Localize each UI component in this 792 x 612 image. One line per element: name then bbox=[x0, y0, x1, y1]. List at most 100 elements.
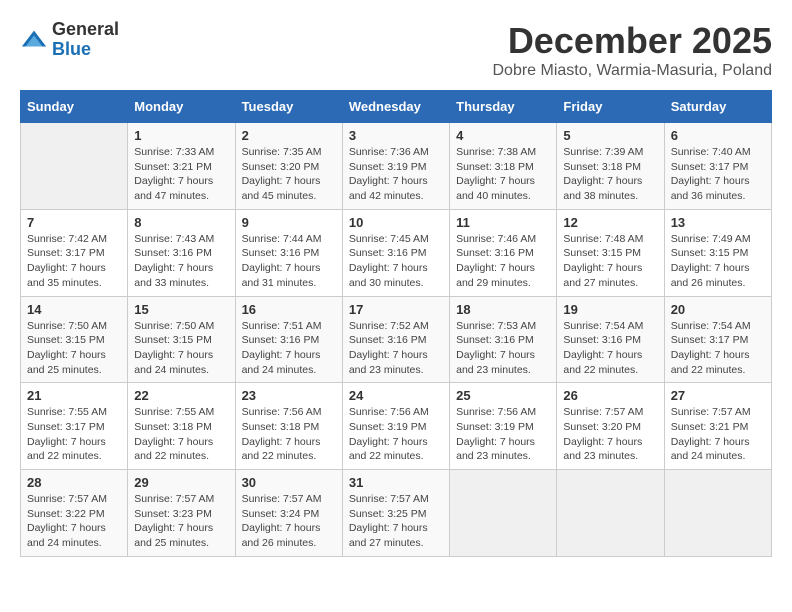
logo-blue: Blue bbox=[52, 39, 91, 59]
calendar-cell: 17 Sunrise: 7:52 AMSunset: 3:16 PMDayligh… bbox=[342, 296, 449, 383]
day-detail: Sunrise: 7:55 AMSunset: 3:18 PMDaylight:… bbox=[134, 405, 228, 464]
calendar-cell: 14Sunrise: 7:50 AMSunset: 3:15 PMDayligh… bbox=[21, 296, 128, 383]
day-detail: Sunrise: 7:54 AMSunset: 3:16 PMDaylight:… bbox=[563, 319, 657, 378]
calendar-cell: 19 Sunrise: 7:54 AMSunset: 3:16 PMDayligh… bbox=[557, 296, 664, 383]
calendar-cell: 12 Sunrise: 7:48 AMSunset: 3:15 PMDayligh… bbox=[557, 209, 664, 296]
calendar-cell: 15 Sunrise: 7:50 AMSunset: 3:15 PMDayligh… bbox=[128, 296, 235, 383]
calendar-week-row: 14Sunrise: 7:50 AMSunset: 3:15 PMDayligh… bbox=[21, 296, 772, 383]
calendar-cell bbox=[450, 470, 557, 557]
calendar-cell bbox=[664, 470, 771, 557]
calendar-week-row: 21 Sunrise: 7:55 AMSunset: 3:17 PMDayligh… bbox=[21, 383, 772, 470]
calendar-cell: 18 Sunrise: 7:53 AMSunset: 3:16 PMDayligh… bbox=[450, 296, 557, 383]
weekday-header: Friday bbox=[557, 91, 664, 123]
day-detail: Sunrise: 7:43 AMSunset: 3:16 PMDaylight:… bbox=[134, 232, 228, 291]
calendar-cell: 9 Sunrise: 7:44 AMSunset: 3:16 PMDaylight… bbox=[235, 209, 342, 296]
day-number: 27 bbox=[671, 388, 765, 403]
day-number: 8 bbox=[134, 215, 228, 230]
day-detail: Sunrise: 7:57 AMSunset: 3:22 PMDaylight:… bbox=[27, 492, 121, 551]
day-number: 3 bbox=[349, 128, 443, 143]
day-detail: Sunrise: 7:46 AMSunset: 3:16 PMDaylight:… bbox=[456, 232, 550, 291]
calendar-cell: 26 Sunrise: 7:57 AMSunset: 3:20 PMDayligh… bbox=[557, 383, 664, 470]
day-detail: Sunrise: 7:53 AMSunset: 3:16 PMDaylight:… bbox=[456, 319, 550, 378]
day-detail: Sunrise: 7:38 AMSunset: 3:18 PMDaylight:… bbox=[456, 145, 550, 204]
calendar-cell: 31 Sunrise: 7:57 AMSunset: 3:25 PMDayligh… bbox=[342, 470, 449, 557]
day-number: 17 bbox=[349, 302, 443, 317]
day-number: 7 bbox=[27, 215, 121, 230]
day-number: 15 bbox=[134, 302, 228, 317]
calendar-cell: 30 Sunrise: 7:57 AMSunset: 3:24 PMDayligh… bbox=[235, 470, 342, 557]
day-detail: Sunrise: 7:45 AMSunset: 3:16 PMDaylight:… bbox=[349, 232, 443, 291]
day-number: 13 bbox=[671, 215, 765, 230]
calendar-cell: 21 Sunrise: 7:55 AMSunset: 3:17 PMDayligh… bbox=[21, 383, 128, 470]
calendar-week-row: 1Sunrise: 7:33 AMSunset: 3:21 PMDaylight… bbox=[21, 123, 772, 210]
day-detail: Sunrise: 7:50 AMSunset: 3:15 PMDaylight:… bbox=[134, 319, 228, 378]
calendar-week-row: 28 Sunrise: 7:57 AMSunset: 3:22 PMDayligh… bbox=[21, 470, 772, 557]
calendar-cell bbox=[21, 123, 128, 210]
day-number: 29 bbox=[134, 475, 228, 490]
month-title: December 2025 bbox=[493, 20, 773, 62]
calendar-cell: 20 Sunrise: 7:54 AMSunset: 3:17 PMDayligh… bbox=[664, 296, 771, 383]
day-number: 23 bbox=[242, 388, 336, 403]
logo-text: General Blue bbox=[52, 20, 119, 60]
day-number: 22 bbox=[134, 388, 228, 403]
day-number: 18 bbox=[456, 302, 550, 317]
title-area: December 2025 Dobre Miasto, Warmia-Masur… bbox=[493, 20, 773, 80]
day-detail: Sunrise: 7:57 AMSunset: 3:25 PMDaylight:… bbox=[349, 492, 443, 551]
day-number: 21 bbox=[27, 388, 121, 403]
day-number: 10 bbox=[349, 215, 443, 230]
logo: General Blue bbox=[20, 20, 119, 60]
day-number: 30 bbox=[242, 475, 336, 490]
day-number: 31 bbox=[349, 475, 443, 490]
calendar-cell: 24Sunrise: 7:56 AMSunset: 3:19 PMDayligh… bbox=[342, 383, 449, 470]
day-detail: Sunrise: 7:50 AMSunset: 3:15 PMDaylight:… bbox=[27, 319, 121, 378]
calendar-cell: 10 Sunrise: 7:45 AMSunset: 3:16 PMDayligh… bbox=[342, 209, 449, 296]
day-detail: Sunrise: 7:48 AMSunset: 3:15 PMDaylight:… bbox=[563, 232, 657, 291]
weekday-header: Saturday bbox=[664, 91, 771, 123]
day-detail: Sunrise: 7:57 AMSunset: 3:20 PMDaylight:… bbox=[563, 405, 657, 464]
day-detail: Sunrise: 7:56 AMSunset: 3:18 PMDaylight:… bbox=[242, 405, 336, 464]
day-detail: Sunrise: 7:33 AMSunset: 3:21 PMDaylight:… bbox=[134, 145, 228, 204]
calendar-cell: 6 Sunrise: 7:40 AMSunset: 3:17 PMDaylight… bbox=[664, 123, 771, 210]
calendar-cell: 8 Sunrise: 7:43 AMSunset: 3:16 PMDaylight… bbox=[128, 209, 235, 296]
calendar-cell: 1Sunrise: 7:33 AMSunset: 3:21 PMDaylight… bbox=[128, 123, 235, 210]
day-number: 5 bbox=[563, 128, 657, 143]
day-number: 16 bbox=[242, 302, 336, 317]
weekday-header: Monday bbox=[128, 91, 235, 123]
calendar-cell: 27 Sunrise: 7:57 AMSunset: 3:21 PMDayligh… bbox=[664, 383, 771, 470]
day-detail: Sunrise: 7:44 AMSunset: 3:16 PMDaylight:… bbox=[242, 232, 336, 291]
calendar-table: SundayMondayTuesdayWednesdayThursdayFrid… bbox=[20, 90, 772, 557]
calendar-cell: 25 Sunrise: 7:56 AMSunset: 3:19 PMDayligh… bbox=[450, 383, 557, 470]
day-detail: Sunrise: 7:55 AMSunset: 3:17 PMDaylight:… bbox=[27, 405, 121, 464]
day-detail: Sunrise: 7:35 AMSunset: 3:20 PMDaylight:… bbox=[242, 145, 336, 204]
logo-general: General bbox=[52, 19, 119, 39]
day-number: 19 bbox=[563, 302, 657, 317]
day-number: 24 bbox=[349, 388, 443, 403]
day-number: 28 bbox=[27, 475, 121, 490]
day-number: 26 bbox=[563, 388, 657, 403]
day-detail: Sunrise: 7:52 AMSunset: 3:16 PMDaylight:… bbox=[349, 319, 443, 378]
day-number: 4 bbox=[456, 128, 550, 143]
weekday-header: Wednesday bbox=[342, 91, 449, 123]
logo-icon bbox=[20, 26, 48, 54]
day-number: 20 bbox=[671, 302, 765, 317]
day-detail: Sunrise: 7:40 AMSunset: 3:17 PMDaylight:… bbox=[671, 145, 765, 204]
location-title: Dobre Miasto, Warmia-Masuria, Poland bbox=[493, 62, 773, 80]
day-number: 12 bbox=[563, 215, 657, 230]
day-detail: Sunrise: 7:56 AMSunset: 3:19 PMDaylight:… bbox=[456, 405, 550, 464]
calendar-cell: 29Sunrise: 7:57 AMSunset: 3:23 PMDayligh… bbox=[128, 470, 235, 557]
calendar-cell: 5Sunrise: 7:39 AMSunset: 3:18 PMDaylight… bbox=[557, 123, 664, 210]
day-detail: Sunrise: 7:54 AMSunset: 3:17 PMDaylight:… bbox=[671, 319, 765, 378]
day-detail: Sunrise: 7:49 AMSunset: 3:15 PMDaylight:… bbox=[671, 232, 765, 291]
calendar-cell bbox=[557, 470, 664, 557]
calendar-week-row: 7Sunrise: 7:42 AMSunset: 3:17 PMDaylight… bbox=[21, 209, 772, 296]
calendar-cell: 2Sunrise: 7:35 AMSunset: 3:20 PMDaylight… bbox=[235, 123, 342, 210]
day-detail: Sunrise: 7:57 AMSunset: 3:21 PMDaylight:… bbox=[671, 405, 765, 464]
day-detail: Sunrise: 7:57 AMSunset: 3:24 PMDaylight:… bbox=[242, 492, 336, 551]
weekday-header: Thursday bbox=[450, 91, 557, 123]
day-number: 6 bbox=[671, 128, 765, 143]
calendar-cell: 3Sunrise: 7:36 AMSunset: 3:19 PMDaylight… bbox=[342, 123, 449, 210]
day-number: 25 bbox=[456, 388, 550, 403]
day-number: 9 bbox=[242, 215, 336, 230]
calendar-cell: 28 Sunrise: 7:57 AMSunset: 3:22 PMDayligh… bbox=[21, 470, 128, 557]
day-number: 11 bbox=[456, 215, 550, 230]
